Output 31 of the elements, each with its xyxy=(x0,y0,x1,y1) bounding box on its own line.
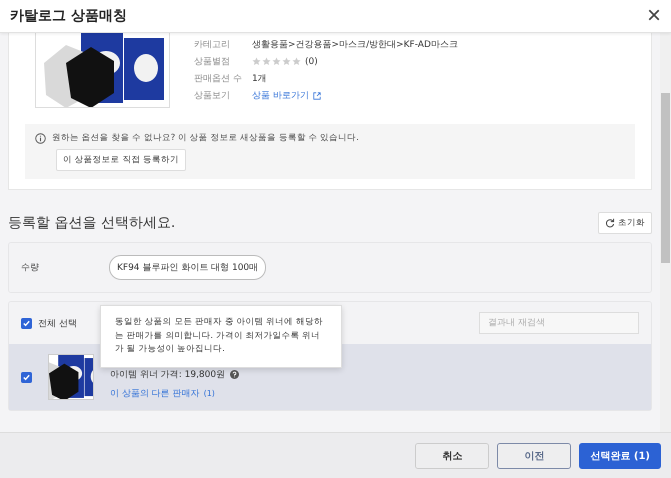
info-icon xyxy=(35,132,46,144)
confirm-button[interactable]: 선택완료 (1) xyxy=(579,442,661,468)
rating-count: (0) xyxy=(305,56,318,66)
tooltip: 동일한 상품의 모든 판매자 중 아이템 위너에 해당하는 판매가를 의미합니다. 가격이 최저가일수록 위너가 될 가능성이 높아집니다. xyxy=(100,305,342,368)
other-sellers-link[interactable]: 이 상품의 다른 판매자 (1) xyxy=(110,387,240,400)
scrollbar[interactable] xyxy=(660,33,671,432)
detail-value: 생활용품>건강용품>마스크/방한대>KF-AD마스크 xyxy=(252,39,458,51)
help-icon[interactable] xyxy=(230,370,240,379)
product-link[interactable]: 상품 바로가기 xyxy=(252,89,321,102)
footer-button[interactable]: 이전 xyxy=(497,442,572,468)
dialog-title: 카탈로그 상품매칭 xyxy=(10,7,127,25)
external-link-icon xyxy=(312,92,321,100)
notice-message: 원하는 옵션을 찾을 수 없나요? 이 상품 정보로 새상품을 등록할 수 있습니다. xyxy=(52,132,359,144)
checkbox[interactable] xyxy=(21,372,32,382)
close-button[interactable]: × xyxy=(646,4,661,28)
winner-price: 아이템 위너 가격: 19,800원 xyxy=(110,369,226,381)
detail-label: 상품별점 xyxy=(194,56,231,68)
refresh-icon xyxy=(605,218,615,228)
detail-label: 상품보기 xyxy=(194,90,231,102)
detail-label: 카테고리 xyxy=(194,39,231,51)
footer-button[interactable]: 취소 xyxy=(415,442,490,468)
checkbox[interactable] xyxy=(21,318,32,328)
quantity-label: 수량 xyxy=(21,262,39,274)
detail-label: 판매옵션 수 xyxy=(194,73,243,85)
register-button[interactable]: 이 상품정보로 직접 등록하기 xyxy=(56,149,186,171)
reset-button[interactable]: 초기화 xyxy=(598,212,652,234)
select-all-label: 전체 선택 xyxy=(38,318,77,330)
search-field[interactable]: 결과내 재검색 xyxy=(479,312,639,334)
option-chip[interactable]: KF94 블루파인 화이트 대형 100매 xyxy=(109,255,266,280)
detail-value: 1개 xyxy=(252,73,267,85)
section-heading: 등록할 옵션을 선택하세요. xyxy=(8,214,176,232)
